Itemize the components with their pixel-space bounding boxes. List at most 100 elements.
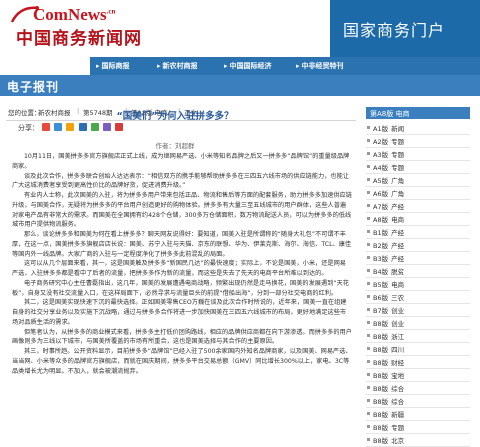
divider: [366, 264, 470, 265]
edition-number: B4版: [373, 268, 389, 276]
weibo-icon[interactable]: [42, 123, 50, 131]
bullet-icon: [367, 295, 370, 298]
sidebar-edition-item[interactable]: A4版 专题: [373, 162, 473, 172]
sidebar-edition-item[interactable]: B8版 财经: [373, 357, 473, 367]
divider: [366, 329, 470, 330]
edition-number: B3版: [373, 255, 389, 263]
qzone-icon[interactable]: [54, 123, 63, 131]
sidebar-edition-item[interactable]: A1版 新闻: [373, 123, 473, 133]
bullet-icon: [367, 230, 370, 233]
sidebar-edition-item[interactable]: B5版 电商: [373, 279, 473, 289]
divider: [366, 342, 470, 343]
portal-title[interactable]: 国家商务门户: [343, 17, 445, 41]
sidebar-edition-item[interactable]: B8版 专题: [373, 422, 473, 432]
bullet-icon: ▸: [96, 62, 100, 70]
sidebar-edition-item[interactable]: A8版 电商: [373, 214, 473, 224]
article-paragraph: 但笔者认为，从拼多多的商业模式来看，拼多多主打低价团购路线，相应的品牌供应商都在…: [12, 328, 352, 346]
sidebar-edition-item[interactable]: B7版 创业: [373, 305, 473, 315]
nav-item-zhongfei[interactable]: ▸ 中非经贸特刊: [296, 61, 344, 71]
edition-number: B8版: [373, 398, 389, 406]
edition-name: 产经: [391, 255, 405, 263]
sidebar-edition-item[interactable]: B8版 北京: [373, 435, 473, 445]
edition-name: 产经: [391, 229, 405, 237]
kaixin-icon[interactable]: [103, 123, 112, 131]
sidebar-edition-item[interactable]: B1版 产经: [373, 227, 473, 237]
sidebar-edition-item[interactable]: B6版 三农: [373, 292, 473, 302]
site-header: ComNews.cn 中国商务新闻网 国家商务门户: [0, 0, 480, 57]
divider: [366, 368, 470, 369]
divider: [366, 186, 470, 187]
douban-icon[interactable]: [90, 123, 99, 131]
renren-icon[interactable]: [66, 123, 75, 131]
article-paragraph: 10月11日，国美拼多多官方旗舰店正式上线，成为继网易严选、小米等知名品牌之后又…: [12, 153, 350, 170]
sidebar-edition-item[interactable]: A6版 广角: [373, 188, 473, 198]
logo-chinese[interactable]: 中国商务新闻网: [16, 24, 142, 49]
edition-name: 四川: [391, 346, 405, 354]
edition-name: 专题: [391, 138, 405, 146]
section-title: 电子报刊: [7, 80, 60, 94]
bullet-icon: [367, 308, 370, 311]
divider: [366, 316, 470, 317]
divider: [366, 433, 470, 434]
sidebar-edition-item[interactable]: B8版 宝地: [373, 370, 473, 380]
divider: [366, 251, 470, 252]
nav-item-xinnongcun[interactable]: ▸ 新农村商报: [157, 61, 198, 71]
sidebar-edition-item[interactable]: B8版 创业: [373, 318, 473, 328]
edition-name: 专题: [391, 424, 405, 432]
bullet-icon: [367, 126, 370, 129]
edition-number: B8版: [373, 359, 389, 367]
sidebar-edition-item[interactable]: B8版 浙江: [373, 331, 473, 341]
edition-name: 创业: [391, 307, 405, 315]
divider: [366, 225, 470, 226]
edition-name: 综合: [391, 398, 405, 406]
sidebar-edition-item[interactable]: A3版 专题: [373, 149, 473, 159]
edition-number: B8版: [373, 424, 389, 432]
sidebar-edition-item[interactable]: A5版 广角: [373, 175, 473, 185]
nav-item-guoji[interactable]: ▸ 国际商报: [96, 61, 130, 71]
sidebar-edition-item[interactable]: B8版 综合: [373, 396, 473, 406]
divider: [366, 381, 470, 382]
edition-number: B8版: [373, 320, 389, 328]
edition-number: B7版: [373, 307, 389, 315]
bullet-icon: [367, 373, 370, 376]
logo-english[interactable]: ComNews.cn: [33, 5, 115, 25]
bullet-icon: [367, 399, 370, 402]
edition-number: B8版: [373, 437, 389, 445]
tencent-weibo-icon[interactable]: [78, 123, 87, 131]
divider: [366, 420, 470, 421]
sidebar-edition-item[interactable]: A7版 产经: [373, 201, 473, 211]
sidebar-edition-item[interactable]: A2版 专题: [373, 136, 473, 146]
edition-number: B5版: [373, 281, 389, 289]
edition-name: 产经: [391, 203, 405, 211]
edition-name: 产经: [391, 242, 405, 250]
bullet-icon: [367, 282, 370, 285]
bullet-icon: [367, 438, 370, 441]
divider: [366, 394, 470, 395]
sidebar-edition-item[interactable]: B8版 四川: [373, 344, 473, 354]
sidebar-edition-item[interactable]: B8版 综合: [373, 383, 473, 393]
divider: [366, 238, 470, 239]
edition-number: B8版: [373, 385, 389, 393]
bullet-icon: ▸: [224, 62, 228, 70]
nav-item-label: 国际商报: [101, 62, 130, 70]
bullet-icon: [367, 256, 370, 259]
sidebar-edition-item[interactable]: B3版 产经: [373, 253, 473, 263]
edition-name: 创业: [391, 320, 405, 328]
more-share-icon[interactable]: [115, 123, 124, 131]
sidebar-edition-item[interactable]: B4版 脱贫: [373, 266, 473, 276]
sidebar-edition-item[interactable]: B2版 产经: [373, 240, 473, 250]
divider: [366, 355, 470, 356]
sidebar-edition-item[interactable]: B8版 新疆: [373, 409, 473, 419]
article-paragraph: 这可以从几个层面来看，其一，这是国美触及拼多多“新国民几达”的最快速度；实际上，…: [12, 260, 346, 277]
edition-number: B8版: [373, 346, 389, 354]
divider: [366, 199, 470, 200]
nav-item-jingji[interactable]: ▸ 中国国际经济: [224, 61, 272, 71]
logo-english-main: ComNews: [33, 5, 107, 24]
bullet-icon: [367, 165, 370, 168]
divider: [366, 134, 470, 135]
bullet-icon: ▸: [157, 62, 161, 70]
bullet-icon: [367, 412, 370, 415]
bullet-icon: [367, 321, 370, 324]
bullet-icon: [367, 386, 370, 389]
section-bar: [0, 75, 480, 96]
